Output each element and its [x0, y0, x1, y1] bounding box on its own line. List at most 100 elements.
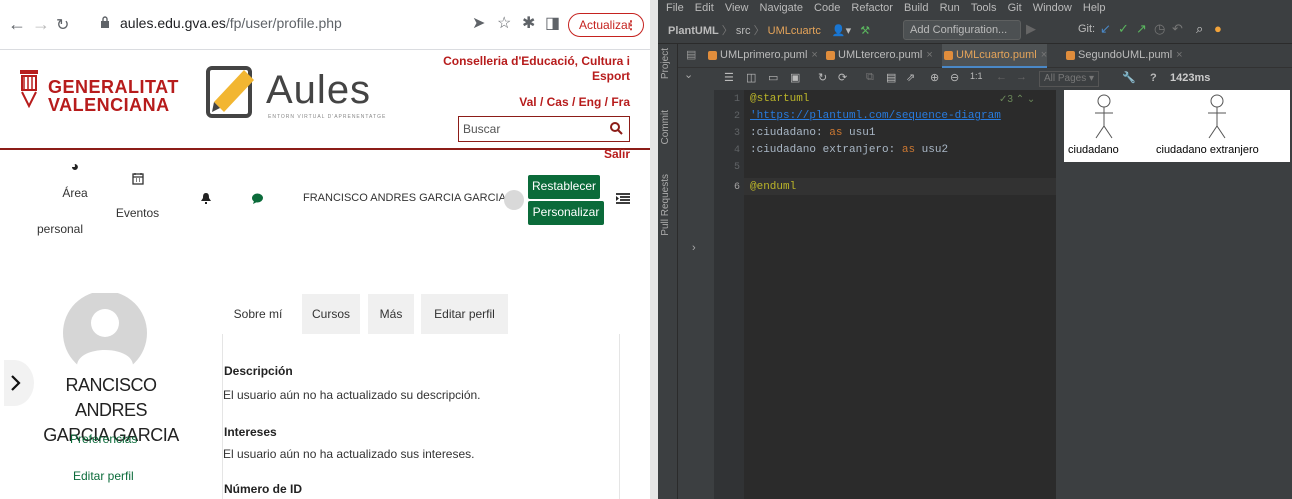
copy-icon[interactable]: ⧉: [866, 71, 874, 84]
menu-view[interactable]: View: [725, 2, 749, 14]
reset-page-button[interactable]: Restablecer: [528, 175, 600, 199]
layout-editor-icon[interactable]: ☰: [724, 71, 734, 84]
back-icon[interactable]: ←: [8, 14, 26, 35]
refresh-icon[interactable]: ↻: [818, 71, 827, 84]
menu-build[interactable]: Build: [904, 2, 928, 14]
reload-icon[interactable]: ↻: [56, 15, 69, 35]
drawer-toggle-icon[interactable]: [616, 193, 630, 205]
gva-line2: VALENCIANA: [48, 95, 170, 115]
project-panel[interactable]: ⌄ ›: [678, 68, 714, 499]
file-tab-segundouml[interactable]: SegundoUML.puml ×: [1064, 44, 1183, 68]
extensions-icon[interactable]: ✱: [522, 13, 535, 33]
interests-heading: Intereses: [224, 425, 277, 439]
help-icon[interactable]: ?: [1150, 72, 1157, 84]
rollback-icon[interactable]: ↶: [1172, 21, 1183, 37]
menu-run[interactable]: Run: [940, 2, 960, 14]
menu-edit[interactable]: Edit: [695, 2, 714, 14]
close-icon[interactable]: ×: [926, 49, 932, 61]
layout-preview-icon[interactable]: ▭: [768, 71, 778, 84]
update-button[interactable]: Actualizar ⋮: [568, 13, 644, 37]
git-update-icon[interactable]: ↙: [1100, 21, 1111, 37]
tab-about-me[interactable]: Sobre mí: [222, 294, 294, 334]
preferences-link[interactable]: Preferencias: [70, 432, 137, 446]
menu-tools[interactable]: Tools: [971, 2, 997, 14]
nav-area-personal[interactable]: ◕ Área personal: [37, 158, 105, 236]
menu-navigate[interactable]: Navigate: [760, 2, 803, 14]
tab-edit-profile[interactable]: Editar perfil: [421, 294, 508, 334]
window-divider[interactable]: [650, 0, 658, 499]
add-configuration-button[interactable]: Add Configuration...: [903, 20, 1021, 40]
git-push-icon[interactable]: ↗: [1136, 21, 1147, 37]
bell-icon[interactable]: [200, 192, 212, 205]
forward-icon[interactable]: →: [32, 14, 50, 35]
search-icon[interactable]: [609, 121, 623, 135]
menu-file[interactable]: File: [666, 2, 684, 14]
commit-tool-tab[interactable]: Commit: [660, 110, 671, 144]
generalitat-logo[interactable]: GENERALITAT VALENCIANA: [18, 66, 178, 116]
file-tab-umlcuarto[interactable]: UMLcuarto.puml ×: [942, 44, 1048, 68]
close-icon[interactable]: ×: [1176, 49, 1182, 61]
send-icon[interactable]: ➤: [472, 13, 485, 33]
reload-icon[interactable]: ⟳: [838, 71, 847, 84]
chevron-down-icon[interactable]: ⌄: [684, 68, 693, 81]
next-page-icon[interactable]: →: [1016, 71, 1027, 83]
url-field[interactable]: aules.edu.gva.es/fp/user/profile.php: [98, 10, 463, 40]
run-icon[interactable]: ▶: [1026, 21, 1036, 37]
search-input[interactable]: [463, 120, 603, 138]
zoom-out-icon[interactable]: ⊖: [950, 71, 959, 84]
search-everywhere-icon[interactable]: ⌕: [1196, 21, 1203, 37]
code-editor[interactable]: @startuml 'https://plantuml.com/sequence…: [744, 90, 1056, 499]
breadcrumb-file[interactable]: UMLcuartc: [768, 25, 821, 37]
git-commit-icon[interactable]: ✓: [1118, 21, 1129, 37]
menu-code[interactable]: Code: [814, 2, 840, 14]
plantuml-toolbar: ☰ ◫ ▭ ▣ ↻ ⟳ ⧉ ▤ ⇗ ⊕ ⊖ 1:1 ← → All Pages …: [714, 68, 1292, 90]
breadcrumb: PlantUML 〉 src 〉 UMLcuartc 👤▾ ⚒: [668, 25, 871, 37]
updates-icon[interactable]: ●: [1214, 21, 1222, 36]
layout-split-icon[interactable]: ◫: [746, 71, 756, 84]
save-icon[interactable]: ▤: [886, 71, 896, 84]
star-icon[interactable]: ☆: [497, 13, 511, 33]
file-tab-umltercero[interactable]: UMLtercero.puml ×: [824, 44, 933, 68]
page-select[interactable]: All Pages ▾: [1039, 71, 1099, 87]
sidepanel-icon[interactable]: ◨: [545, 13, 560, 33]
menu-git[interactable]: Git: [1008, 2, 1022, 14]
project-tool-tab[interactable]: Project: [660, 48, 671, 79]
breadcrumb-project[interactable]: PlantUML: [668, 25, 719, 37]
close-icon[interactable]: ×: [811, 49, 817, 61]
code-line-3: :ciudadano: as usu1: [750, 127, 876, 139]
chat-icon[interactable]: [251, 193, 264, 205]
settings-wrench-icon[interactable]: 🔧: [1122, 71, 1136, 84]
menu-window[interactable]: Window: [1033, 2, 1072, 14]
inspection-widget[interactable]: ✓3 ⌃ ⌄: [999, 94, 1035, 105]
description-text: El usuario aún no ha actualizado su desc…: [223, 388, 481, 402]
zoom-in-icon[interactable]: ⊕: [930, 71, 939, 84]
logout-link[interactable]: Salir: [580, 147, 630, 161]
pull-requests-tool-tab[interactable]: Pull Requests: [660, 174, 671, 236]
hammer-icon[interactable]: ⚒: [860, 25, 870, 37]
image-icon[interactable]: ▣: [790, 71, 800, 84]
conselleria-title: Conselleria d'Educació, Cultura i Esport: [443, 54, 630, 83]
user-icon[interactable]: 👤▾: [832, 25, 851, 37]
edit-profile-link[interactable]: Editar perfil: [73, 469, 134, 483]
menu-bar: File Edit View Navigate Code Refactor Bu…: [658, 0, 1292, 16]
open-external-icon[interactable]: ⇗: [906, 71, 915, 84]
user-menu-name[interactable]: FRANCISCO ANDRES GARCIA GARCIA: [303, 192, 506, 204]
diagram-preview: ciudadano ciudadano extranjero: [1064, 90, 1290, 162]
nav-eventos[interactable]: Eventos: [115, 172, 160, 220]
close-icon[interactable]: ×: [1041, 49, 1047, 61]
chevron-right-icon[interactable]: ›: [692, 242, 696, 254]
history-icon[interactable]: ◷: [1154, 21, 1165, 37]
language-switcher[interactable]: Val / Cas / Eng / Fra: [480, 95, 630, 109]
file-tab-umlprimero[interactable]: UMLprimero.puml ×: [706, 44, 818, 68]
user-avatar[interactable]: [504, 190, 524, 210]
menu-help[interactable]: Help: [1083, 2, 1106, 14]
tab-courses[interactable]: Cursos: [302, 294, 360, 334]
aules-logo[interactable]: Aules ENTORN VIRTUAL D'APRENENTATGE: [198, 58, 385, 128]
actual-size-icon[interactable]: 1:1: [970, 71, 983, 81]
tab-more[interactable]: Más: [368, 294, 414, 334]
breadcrumb-src[interactable]: src: [736, 25, 751, 37]
tabs-menu-icon[interactable]: ▤: [686, 48, 696, 61]
customize-page-button[interactable]: Personalizar: [528, 201, 604, 225]
menu-refactor[interactable]: Refactor: [851, 2, 893, 14]
prev-page-icon[interactable]: ←: [996, 71, 1007, 83]
